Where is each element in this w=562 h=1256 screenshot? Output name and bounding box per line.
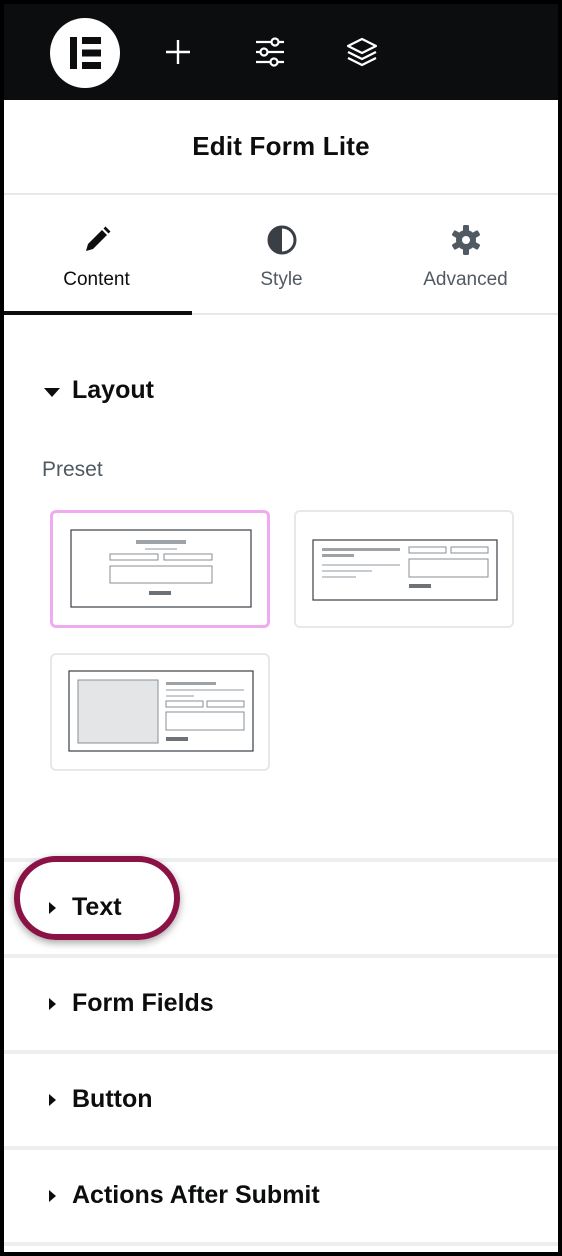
elementor-logo-icon[interactable] xyxy=(50,18,120,88)
tab-label: Advanced xyxy=(423,269,508,290)
pencil-icon xyxy=(4,223,189,257)
section-label: Actions After Submit xyxy=(72,1181,320,1209)
tab-label: Content xyxy=(63,269,130,290)
settings-sliders-icon[interactable] xyxy=(252,34,288,70)
caret-right-icon xyxy=(49,1094,56,1106)
section-form-fields[interactable]: Form Fields xyxy=(4,958,558,1050)
caret-right-icon xyxy=(49,1190,56,1202)
section-label: Text xyxy=(72,893,122,921)
half-circle-icon xyxy=(189,223,374,257)
caret-right-icon xyxy=(49,998,56,1010)
page-title: Edit Form Lite xyxy=(192,131,370,161)
tab-label: Style xyxy=(260,269,303,290)
top-bar xyxy=(4,4,558,100)
add-icon[interactable] xyxy=(160,34,196,70)
panel-header: Edit Form Lite xyxy=(4,100,558,195)
preset-two-column-thumbnail xyxy=(312,539,498,601)
preset-two-column[interactable] xyxy=(294,510,514,628)
divider xyxy=(4,1242,558,1246)
window-frame: Edit Form Lite Content Style Advanced La… xyxy=(0,0,562,1256)
section-text[interactable]: Text xyxy=(4,862,558,954)
layers-icon[interactable] xyxy=(344,34,380,70)
tab-content[interactable]: Content xyxy=(4,197,192,315)
section-actions-after-submit[interactable]: Actions After Submit xyxy=(4,1150,558,1242)
caret-right-icon xyxy=(49,902,56,914)
tab-advanced[interactable]: Advanced xyxy=(373,197,558,313)
preset-label: Preset xyxy=(42,458,103,481)
preset-centered[interactable] xyxy=(50,510,270,628)
caret-down-icon[interactable] xyxy=(44,388,60,397)
section-label: Form Fields xyxy=(72,989,214,1017)
section-button[interactable]: Button xyxy=(4,1054,558,1146)
gear-icon xyxy=(373,223,558,257)
section-label: Button xyxy=(72,1085,153,1113)
preset-image-left[interactable] xyxy=(50,653,270,771)
tab-bar: Content Style Advanced xyxy=(4,197,558,315)
tab-style[interactable]: Style xyxy=(189,197,374,313)
preset-image-left-thumbnail xyxy=(68,670,254,752)
editor-panel: Edit Form Lite Content Style Advanced La… xyxy=(4,4,558,1252)
section-title-layout[interactable]: Layout xyxy=(72,376,154,405)
preset-centered-thumbnail xyxy=(70,529,252,608)
